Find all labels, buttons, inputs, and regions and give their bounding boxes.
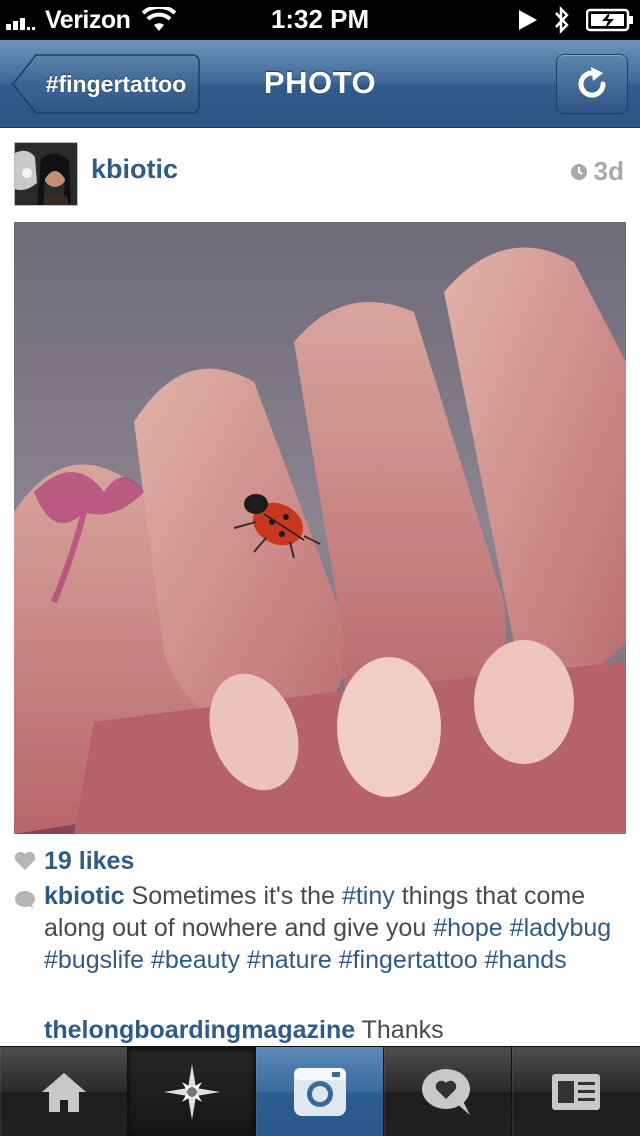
status-right [516, 4, 634, 36]
tab-explore[interactable] [128, 1047, 256, 1136]
hashtag-hands[interactable]: #hands [485, 946, 567, 974]
likes-row[interactable]: 19 likes [14, 846, 134, 876]
back-button-label: #fingertattoo [45, 71, 187, 97]
tab-profile[interactable] [512, 1047, 640, 1136]
play-icon [519, 10, 537, 30]
camera-icon [293, 1068, 346, 1116]
status-bar: Verizon 1:32 PM [0, 0, 640, 40]
ladybug-finger-photo [14, 222, 626, 834]
bluetooth-icon [555, 6, 569, 34]
avatar[interactable] [14, 142, 78, 206]
news-heart-icon [421, 1069, 470, 1115]
caption-text: kbiotic Sometimes it's the #tiny things … [44, 880, 614, 976]
post-timestamp: 3d [570, 156, 624, 187]
comment-text: Thanks [355, 1016, 444, 1044]
hashtag-bugslife[interactable]: #bugslife [44, 946, 144, 974]
refresh-icon [578, 67, 606, 98]
tab-camera[interactable] [256, 1047, 384, 1136]
post-username[interactable]: kbiotic [91, 154, 178, 185]
post-time-ago: 3d [593, 156, 624, 186]
likes-count[interactable]: 19 likes [44, 847, 134, 876]
heart-icon [14, 851, 36, 870]
hashtag-tiny[interactable]: #tiny [342, 882, 395, 910]
caption-text-1: Sometimes it's the [124, 882, 342, 910]
photo-feed[interactable]: kbiotic 3d 19 likes kbiotic Sometimes it… [0, 128, 640, 1046]
hashtag-fingertattoo[interactable]: #fingertattoo [339, 946, 478, 974]
comment-bubble-icon [15, 891, 35, 909]
battery-charging-icon [586, 8, 633, 32]
tab-news[interactable] [384, 1047, 512, 1136]
explore-star-icon [163, 1064, 220, 1120]
comment-username[interactable]: thelongboardingmagazine [44, 1016, 355, 1044]
hashtag-ladybug[interactable]: #ladybug [510, 914, 611, 942]
caption: kbiotic Sometimes it's the #tiny things … [14, 880, 614, 976]
navigation-bar: #fingertattoo PHOTO [0, 40, 640, 128]
hashtag-hope[interactable]: #hope [433, 914, 503, 942]
back-button[interactable]: #fingertattoo [12, 54, 200, 114]
profile-card-icon [552, 1074, 600, 1110]
tab-home[interactable] [0, 1047, 128, 1136]
hashtag-nature[interactable]: #nature [247, 946, 332, 974]
tab-bar [0, 1046, 640, 1136]
page-title: PHOTO [263, 65, 377, 100]
caption-username[interactable]: kbiotic [44, 882, 125, 910]
refresh-button[interactable] [556, 54, 628, 114]
post-photo[interactable] [14, 222, 626, 834]
comment: thelongboardingmagazine Thanks [44, 1014, 444, 1046]
clock-icon [570, 163, 587, 180]
home-icon [41, 1073, 86, 1112]
hashtag-beauty[interactable]: #beauty [151, 946, 240, 974]
